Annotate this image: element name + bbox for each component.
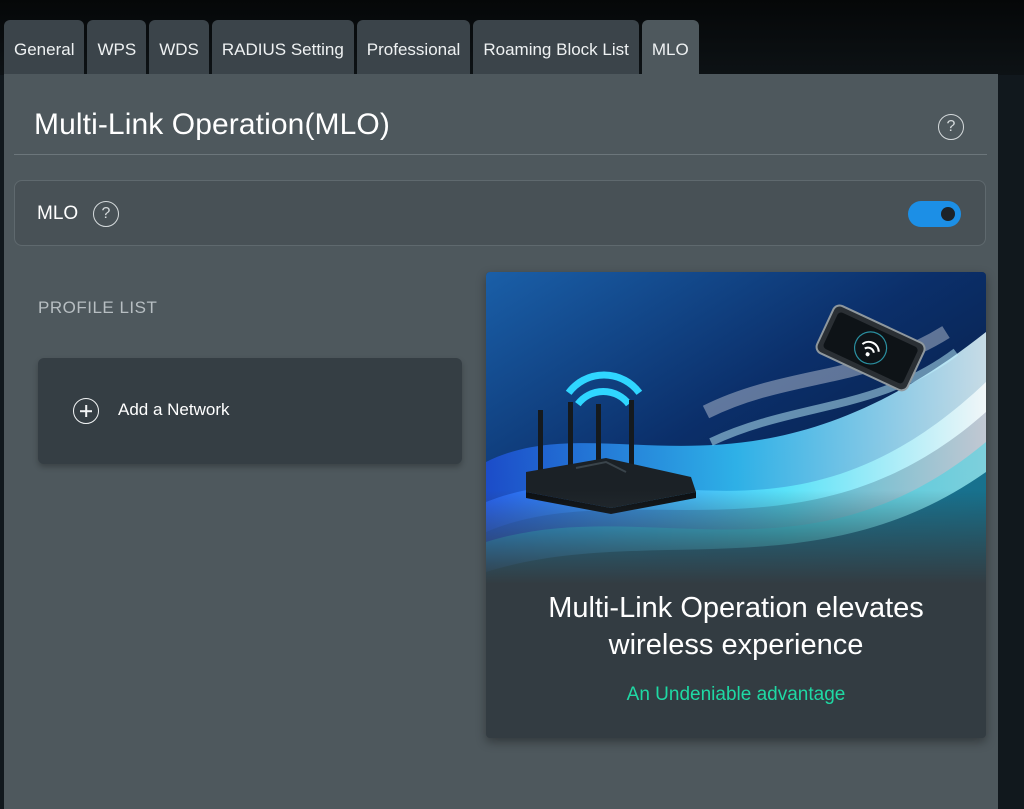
mlo-toggle[interactable] <box>908 201 961 227</box>
title-divider <box>14 154 987 155</box>
mlo-label: MLO <box>37 203 79 224</box>
mlo-panel: Multi-Link Operation(MLO) ? MLO ? PROFIL… <box>4 74 998 809</box>
promo-headline-line1: Multi-Link Operation elevates <box>548 592 924 624</box>
promo-subtitle: An Undeniable advantage <box>626 684 846 705</box>
promo-headline-line2: wireless experience <box>608 629 864 661</box>
profile-list-header: PROFILE LIST <box>38 298 158 317</box>
page-title: Multi-Link Operation(MLO) <box>34 108 390 141</box>
question-circle-icon[interactable]: ? <box>93 201 119 227</box>
tab-professional[interactable]: Professional <box>356 20 471 75</box>
question-circle-icon[interactable]: ? <box>938 114 964 140</box>
tab-wps[interactable]: WPS <box>87 20 147 75</box>
tab-roaming-block-list[interactable]: Roaming Block List <box>473 20 639 75</box>
tab-general[interactable]: General <box>4 20 85 75</box>
router-to-phone-wifi-illustration <box>486 272 986 584</box>
tab-bar: General WPS WDS RADIUS Setting Professio… <box>4 20 699 75</box>
toggle-knob <box>941 207 955 221</box>
plus-circle-icon <box>73 398 99 424</box>
promo-headline: Multi-Link Operation elevates wireless e… <box>486 590 986 664</box>
add-network-button[interactable]: Add a Network <box>38 358 462 464</box>
add-network-label: Add a Network <box>118 400 230 419</box>
tab-wds[interactable]: WDS <box>149 20 209 75</box>
promo-card: Multi-Link Operation elevates wireless e… <box>486 272 986 738</box>
tab-radius-setting[interactable]: RADIUS Setting <box>211 20 354 75</box>
tab-mlo[interactable]: MLO <box>641 20 699 75</box>
mlo-setting-row: MLO ? <box>14 180 986 246</box>
